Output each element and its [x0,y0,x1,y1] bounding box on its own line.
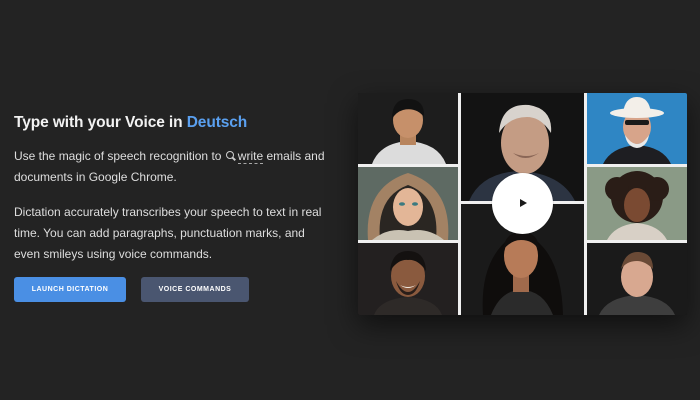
intro-paragraph: Use the magic of speech recognition to w… [14,146,334,188]
portrait-image [587,93,687,164]
play-icon [520,199,527,207]
hero-text: Type with your Voice in Deutsch Use the … [14,112,334,265]
play-video-button[interactable] [492,173,553,234]
language-selector[interactable]: Deutsch [187,114,248,131]
portrait-image [358,167,458,240]
grid-divider [458,93,461,315]
grid-divider [587,164,687,167]
headline: Type with your Voice in Deutsch [14,112,334,134]
grid-divider [584,93,587,315]
grid-divider [587,240,687,243]
magnifier-icon [225,151,236,161]
portrait-image [358,93,458,164]
launch-dictation-button[interactable]: LAUNCH DICTATION [14,277,126,302]
portrait-tile [358,243,458,315]
headline-prefix: Type with your Voice in [14,114,187,131]
portrait-tile [587,243,687,315]
portrait-image [587,243,687,315]
intro-text-start: Use the magic of speech recognition to [14,149,225,163]
highlighted-word: write [237,149,264,164]
portrait-tile [358,167,458,240]
portrait-tile [358,93,458,164]
portrait-image [358,243,458,315]
portrait-tile [587,167,687,240]
grid-divider [358,164,458,167]
voice-commands-button[interactable]: VOICE COMMANDS [141,277,249,302]
portrait-image [587,167,687,240]
portrait-tile [587,93,687,164]
description-paragraph: Dictation accurately transcribes your sp… [14,205,322,261]
grid-divider [358,240,458,243]
